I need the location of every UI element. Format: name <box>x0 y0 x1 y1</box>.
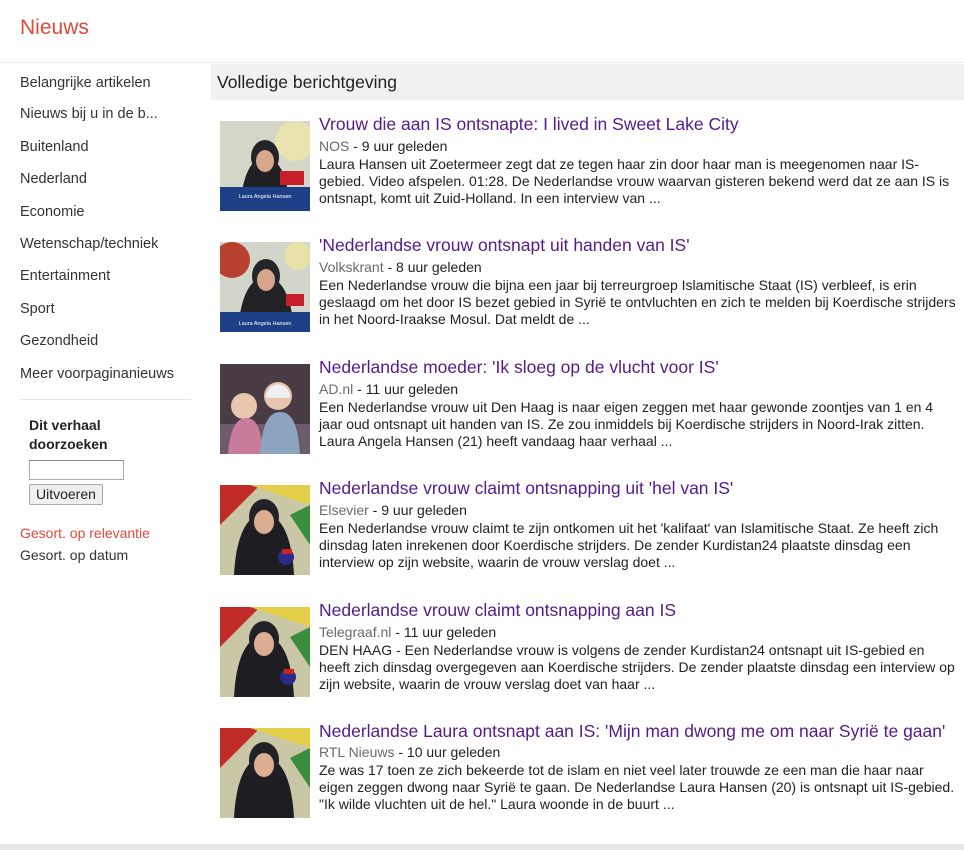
article-source[interactable]: AD.nl <box>319 381 353 397</box>
article-title-link[interactable]: Nederlandse vrouw claimt ontsnapping uit… <box>319 478 959 499</box>
article-meta: RTL Nieuws - 10 uur geleden <box>319 742 959 762</box>
article-thumbnail[interactable] <box>220 363 310 454</box>
article-thumbnail[interactable] <box>220 485 310 576</box>
story-search: Dit verhaal doorzoeken Uitvoeren <box>0 400 200 505</box>
article-text: Nederlandse vrouw claimt ontsnapping uit… <box>319 478 959 571</box>
article-thumbnail[interactable]: Laura Angela Hansen <box>220 242 310 333</box>
article-list: Laura Angela Hansen Vrouw die aan IS ont… <box>220 114 964 842</box>
article-text: Nederlandse Laura ontsnapt aan IS: 'Mijn… <box>319 721 959 813</box>
article-text: Nederlandse vrouw claimt ontsnapping aan… <box>319 600 959 693</box>
article-title-link[interactable]: Nederlandse vrouw claimt ontsnapping aan… <box>319 600 959 621</box>
article-source[interactable]: Volkskrant <box>319 259 384 275</box>
page-bottom-bar <box>0 844 964 850</box>
article-meta: Volkskrant - 8 uur geleden <box>319 257 959 277</box>
article-snippet: Een Nederlandse vrouw die bijna een jaar… <box>319 277 956 328</box>
article-time: 9 uur geleden <box>361 138 448 154</box>
article-thumbnail[interactable]: Laura Angela Hansen <box>220 121 310 211</box>
sidebar-item-buitenland[interactable]: Buitenland <box>0 128 200 160</box>
section-title: Volledige berichtgeving <box>217 72 397 92</box>
brand-logo-text[interactable]: Nieuws <box>20 16 89 40</box>
article-title-link[interactable]: Vrouw die aan IS ontsnapte: I lived in S… <box>319 114 959 135</box>
article-text: Nederlandse moeder: 'Ik sloeg op de vluc… <box>319 357 959 450</box>
article-time: 8 uur geleden <box>396 259 482 276</box>
meta-separator: - <box>383 259 397 276</box>
article-source[interactable]: RTL Nieuws <box>319 744 394 760</box>
article-time: 9 uur geleden <box>381 502 467 519</box>
sidebar-item-meer-voorpaginanieuws[interactable]: Meer voorpaginanieuws <box>0 355 200 387</box>
article-item: Laura Angela Hansen Vrouw die aan IS ont… <box>220 114 964 235</box>
sidebar-item-nieuws-bij-u[interactable]: Nieuws bij u in de b... <box>0 95 200 127</box>
article-item: Laura Angela Hansen 'Nederlandse vrouw o… <box>220 235 964 356</box>
sidebar: Belangrijke artikelen Nieuws bij u in de… <box>0 63 200 566</box>
sidebar-item-gezondheid[interactable]: Gezondheid <box>0 322 200 354</box>
article-title-link[interactable]: Nederlandse moeder: 'Ik sloeg op de vluc… <box>319 357 959 378</box>
thumbnail-caption: Laura Angela Hansen <box>239 194 292 200</box>
search-submit-button[interactable]: Uitvoeren <box>29 483 103 505</box>
sidebar-item-economie[interactable]: Economie <box>0 193 200 225</box>
article-item: Nederlandse vrouw claimt ontsnapping uit… <box>220 478 964 599</box>
article-thumbnail[interactable] <box>220 606 310 697</box>
sidebar-item-entertainment[interactable]: Entertainment <box>0 257 200 289</box>
sort-by-relevance-link[interactable]: Gesort. op relevantie <box>20 522 200 544</box>
article-meta: AD.nl - 11 uur geleden <box>319 379 959 399</box>
article-snippet: Laura Hansen uit Zoetermeer zegt dat ze … <box>319 156 950 206</box>
meta-separator: - <box>353 380 366 397</box>
article-item: Nederlandse vrouw claimt ontsnapping aan… <box>220 600 964 721</box>
sort-by-date-link[interactable]: Gesort. op datum <box>20 544 200 566</box>
article-item: Nederlandse moeder: 'Ik sloeg op de vluc… <box>220 357 964 478</box>
article-item: Nederlandse Laura ontsnapt aan IS: 'Mijn… <box>220 721 964 842</box>
article-snippet: Een Nederlandse vrouw uit Den Haag is na… <box>319 398 934 449</box>
article-title-link[interactable]: Nederlandse Laura ontsnapt aan IS: 'Mijn… <box>319 721 959 742</box>
search-label: Dit verhaal doorzoeken <box>29 416 200 455</box>
meta-separator: - <box>394 743 407 760</box>
sidebar-item-wetenschap-techniek[interactable]: Wetenschap/techniek <box>0 225 200 257</box>
article-thumbnail[interactable] <box>220 727 310 818</box>
article-title-link[interactable]: 'Nederlandse vrouw ontsnapt uit handen v… <box>319 235 959 256</box>
thumbnail-caption: Laura Angela Hansen <box>239 321 292 327</box>
sort-options: Gesort. op relevantie Gesort. op datum <box>0 522 200 566</box>
article-source[interactable]: Telegraaf.nl <box>319 624 391 640</box>
search-input[interactable] <box>29 459 124 480</box>
article-snippet: DEN HAAG - Een Nederlandse vrouw is volg… <box>319 641 955 692</box>
article-snippet: Ze was 17 toen ze zich bekeerde tot de i… <box>319 761 955 812</box>
article-text: 'Nederlandse vrouw ontsnapt uit handen v… <box>319 235 959 328</box>
article-meta: Telegraaf.nl - 11 uur geleden <box>319 622 959 642</box>
article-snippet: Een Nederlandse vrouw claimt te zijn ont… <box>319 520 939 571</box>
search-label-line1: Dit verhaal <box>29 416 101 433</box>
article-time: 11 uur geleden <box>365 380 459 397</box>
meta-separator: - <box>391 623 404 640</box>
sidebar-item-sport[interactable]: Sport <box>0 290 200 322</box>
article-meta: NOS - 9 uur geleden <box>319 136 959 156</box>
sidebar-item-belangrijke-artikelen[interactable]: Belangrijke artikelen <box>0 63 200 95</box>
article-time: 11 uur geleden <box>403 623 497 640</box>
article-source[interactable]: NOS <box>319 138 349 154</box>
meta-separator: - <box>368 502 382 519</box>
search-label-line2: doorzoeken <box>29 436 108 453</box>
article-meta: Elsevier - 9 uur geleden <box>319 500 959 520</box>
article-source[interactable]: Elsevier <box>319 502 369 518</box>
sidebar-item-nederland[interactable]: Nederland <box>0 160 200 192</box>
article-time: 10 uur geleden <box>406 743 501 760</box>
meta-separator: - <box>349 138 362 154</box>
section-header: Volledige berichtgeving <box>211 64 964 100</box>
article-text: Vrouw die aan IS ontsnapte: I lived in S… <box>319 114 959 207</box>
